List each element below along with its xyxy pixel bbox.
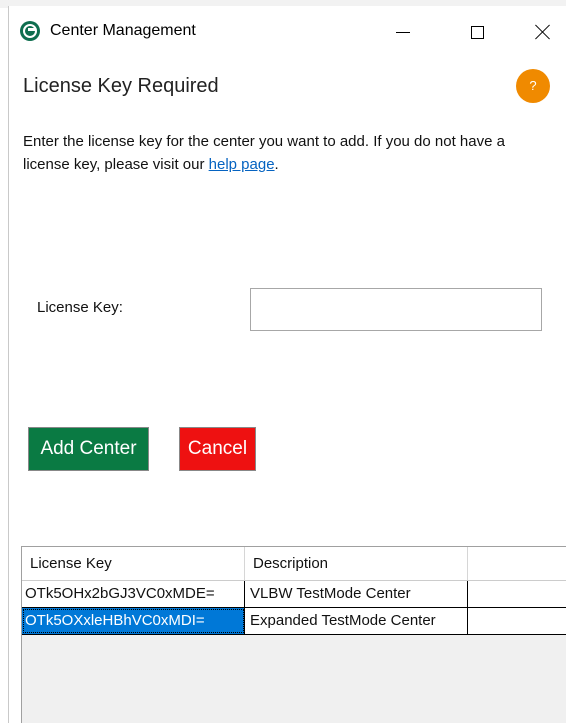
app-logo-icon [20, 21, 40, 41]
license-key-cell-selected[interactable]: OTk5OXxleHBhVC0xMDI= [22, 608, 245, 634]
column-header-description[interactable]: Description [245, 547, 468, 580]
empty-cell [468, 608, 566, 634]
center-management-window: Center Management License Key Required ?… [8, 6, 566, 723]
column-header-empty [468, 547, 566, 580]
maximize-icon [470, 25, 484, 39]
license-key-label: License Key: [37, 299, 123, 316]
instructions-suffix: . [274, 156, 279, 173]
description-cell[interactable]: Expanded TestMode Center [245, 608, 468, 634]
minimize-icon [396, 31, 410, 33]
license-key-input[interactable] [250, 288, 542, 331]
grid-header: License Key Description [22, 547, 566, 581]
page-title: License Key Required [23, 75, 219, 97]
window-title: Center Management [50, 22, 196, 39]
license-key-cell[interactable]: OTk5OHx2bGJ3VC0xMDE= [22, 581, 245, 607]
table-row-selected[interactable]: OTk5OXxleHBhVC0xMDI= Expanded TestMode C… [22, 608, 566, 635]
description-cell[interactable]: VLBW TestMode Center [245, 581, 468, 607]
close-icon [535, 24, 551, 40]
cancel-button[interactable]: Cancel [179, 427, 256, 471]
add-center-button[interactable]: Add Center [28, 427, 149, 471]
screen: Center Management License Key Required ?… [0, 0, 566, 723]
title-bar[interactable]: Center Management [9, 6, 566, 50]
help-page-link[interactable]: help page [209, 156, 275, 173]
license-grid[interactable]: License Key Description OTk5OHx2bGJ3VC0x… [21, 546, 566, 723]
maximize-button[interactable] [455, 14, 499, 50]
minimize-button[interactable] [381, 14, 425, 50]
empty-cell [468, 581, 566, 607]
column-header-license-key[interactable]: License Key [22, 547, 245, 580]
close-button[interactable] [521, 14, 565, 50]
table-row[interactable]: OTk5OHx2bGJ3VC0xMDE= VLBW TestMode Cente… [22, 581, 566, 608]
instructions-text: Enter the license key for the center you… [23, 130, 553, 176]
help-icon[interactable]: ? [516, 69, 550, 103]
